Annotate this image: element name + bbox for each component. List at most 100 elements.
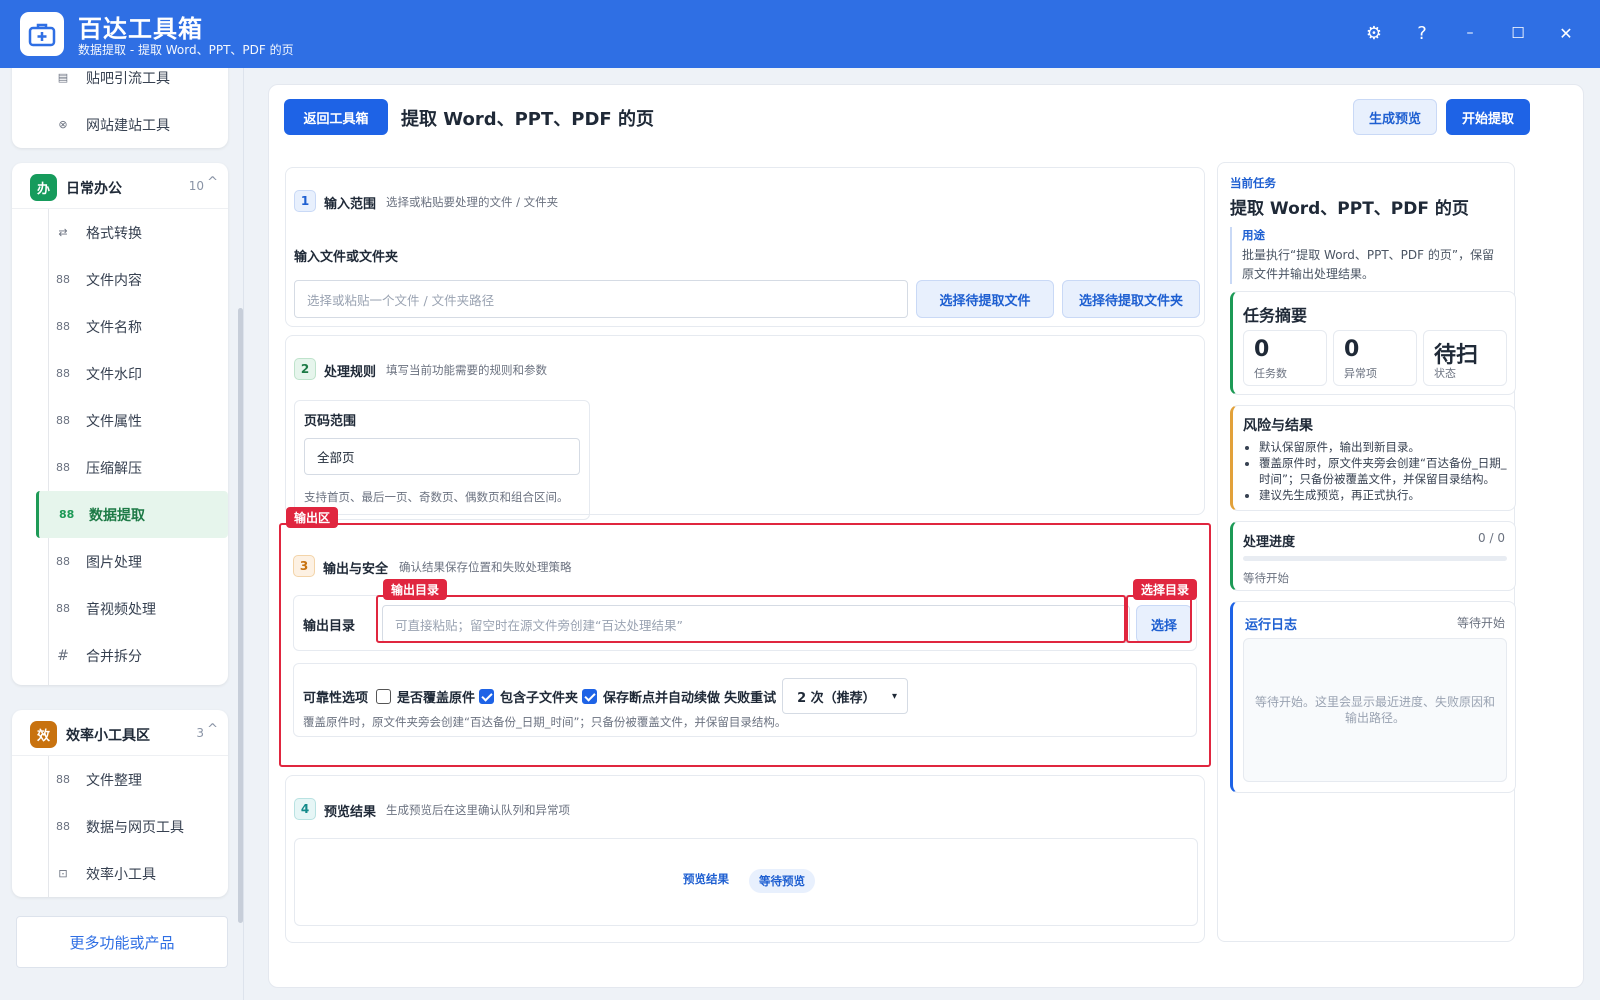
page-title: 提取 Word、PPT、PDF 的页	[401, 109, 654, 130]
output-area-highlight	[279, 523, 1211, 767]
section-title: 预览结果	[324, 805, 377, 820]
section-title: 处理规则	[324, 365, 377, 380]
summary-card: 任务摘要 0 任务数 0 异常项 待扫 状态	[1230, 291, 1516, 395]
choose-folder-button[interactable]: 选择待提取文件夹	[1062, 280, 1200, 318]
choose-dir-highlight	[1126, 595, 1192, 643]
group-header[interactable]: 效 效率小工具区 3 ^	[12, 710, 228, 756]
section-desc: 选择或粘贴要处理的文件 / 文件夹	[386, 195, 559, 209]
choose-dir-tag: 选择目录	[1133, 579, 1198, 600]
grid-icon: 88	[56, 773, 70, 786]
grid-icon: 88	[56, 273, 70, 286]
close-button[interactable]: ✕	[1551, 18, 1581, 48]
task-title: 提取 Word、PPT、PDF 的页	[1230, 199, 1469, 219]
swap-icon: ⇄	[58, 226, 68, 239]
section-desc: 填写当前功能需要的规则和参数	[386, 363, 547, 377]
task-panel: 当前任务 提取 Word、PPT、PDF 的页 用途 批量执行“提取 Word、…	[1217, 162, 1516, 942]
app-subtitle: 数据提取 - 提取 Word、PPT、PDF 的页	[78, 43, 294, 57]
sidebar-item-merge-split[interactable]: # 合并拆分	[12, 632, 228, 679]
stat-tasks: 0 任务数	[1243, 330, 1327, 386]
back-to-toolbox-button[interactable]: 返回工具箱	[284, 99, 388, 135]
sidebar-item-website[interactable]: ⊗ 网站建站工具	[12, 101, 228, 148]
list-icon: ▤	[57, 71, 69, 84]
sidebar-item-data-web[interactable]: 88 数据与网页工具	[12, 803, 228, 850]
purpose-label: 用途	[1242, 228, 1265, 242]
sidebar-scrollbar[interactable]	[236, 68, 243, 1000]
risk-list: 默认保留原件，输出到新目录。 覆盖原件时，原文件夹旁会创建“百达备份_日期_时间…	[1259, 439, 1509, 503]
grid-icon: 88	[56, 320, 70, 333]
progress-card: 处理进度 0 / 0 等待开始	[1230, 521, 1516, 591]
generate-preview-button[interactable]: 生成预览	[1353, 99, 1437, 135]
progress-status: 等待开始	[1243, 571, 1289, 585]
progress-count: 0 / 0	[1478, 531, 1505, 545]
risk-title: 风险与结果	[1243, 418, 1313, 434]
output-dir-tag: 输出目录	[383, 579, 448, 600]
start-extract-button[interactable]: 开始提取	[1446, 99, 1530, 135]
section-input: 1 输入范围 选择或粘贴要处理的文件 / 文件夹 输入文件或文件夹 选择或粘贴一…	[285, 167, 1205, 327]
output-dir-highlight	[376, 595, 1126, 643]
group-header[interactable]: 办 日常办公 10 ^	[12, 163, 228, 209]
maximize-button[interactable]: ☐	[1503, 18, 1533, 48]
group-daily-office: 办 日常办公 10 ^ ⇄ 格式转换 88 文件内容 88 文件名称 88 文件水印 8…	[12, 163, 228, 685]
sidebar-item-content[interactable]: 88 文件内容	[12, 256, 228, 303]
risk-card: 风险与结果 默认保留原件，输出到新目录。 覆盖原件时，原文件夹旁会创建“百达备份…	[1230, 405, 1516, 511]
choose-file-button[interactable]: 选择待提取文件	[916, 280, 1054, 318]
chevron-up-icon: ^	[207, 722, 218, 737]
sidebar-item-format[interactable]: ⇄ 格式转换	[12, 209, 228, 256]
globe-icon: ⊗	[58, 118, 68, 131]
log-card: 运行日志 等待开始 等待开始。这里会显示最近进度、失败原因和输出路径。	[1230, 601, 1516, 793]
log-output[interactable]: 等待开始。这里会显示最近进度、失败原因和输出路径。	[1243, 638, 1507, 782]
sidebar-item-data-extract[interactable]: 88 数据提取	[36, 491, 228, 538]
log-status: 等待开始	[1456, 616, 1505, 630]
sidebar-item-image[interactable]: 88 图片处理	[12, 538, 228, 585]
preview-result-label: 预览结果	[683, 872, 729, 886]
purpose-text: 批量执行“提取 Word、PPT、PDF 的页”，保留原文件并输出处理结果。	[1242, 248, 1495, 281]
toolbox-icon	[20, 12, 64, 56]
input-path-field[interactable]: 选择或粘贴一个文件 / 文件夹路径	[294, 280, 908, 318]
sidebar-item-name[interactable]: 88 文件名称	[12, 303, 228, 350]
progress-bar	[1243, 556, 1507, 561]
sidebar-item-media[interactable]: 88 音视频处理	[12, 585, 228, 632]
group-badge: 效	[30, 721, 57, 748]
summary-title: 任务摘要	[1243, 306, 1308, 325]
settings-icon[interactable]: ⚙	[1359, 18, 1389, 48]
grid-icon: 88	[56, 461, 70, 474]
title-bar: 百达工具箱 数据提取 - 提取 Word、PPT、PDF 的页 ⚙ ? – ☐ …	[0, 0, 1600, 68]
help-icon[interactable]: ?	[1407, 18, 1437, 48]
sidebar-item-organize[interactable]: 88 文件整理	[12, 756, 228, 803]
page-range-input[interactable]: 全部页	[304, 438, 580, 475]
sidebar-item-attributes[interactable]: 88 文件属性	[12, 397, 228, 444]
grid-icon: 88	[56, 602, 70, 615]
list-item: 默认保留原件，输出到新目录。	[1259, 439, 1509, 455]
grid-icon: 88	[56, 820, 70, 833]
sidebar-top-card: ▤ 贴吧引流工具 ⊗ 网站建站工具	[12, 68, 228, 148]
toolbox-icon: ⊡	[58, 867, 68, 880]
section-preview: 4 预览结果 生成预览后在这里确认队列和异常项 预览结果 等待预览	[285, 775, 1205, 943]
more-features-button[interactable]: 更多功能或产品	[16, 916, 228, 968]
field-label: 输入文件或文件夹	[294, 250, 399, 265]
page-range-hint: 支持首页、最后一页、奇数页、偶数页和组合区间。	[304, 490, 569, 504]
section-rules: 2 处理规则 填写当前功能需要的规则和参数 页码范围 全部页 支持首页、最后一页…	[285, 335, 1205, 520]
purpose-block: 用途 批量执行“提取 Word、PPT、PDF 的页”，保留原文件并输出处理结果…	[1230, 227, 1504, 284]
progress-title: 处理进度	[1243, 535, 1296, 550]
sidebar-item-compress[interactable]: 88 压缩解压	[12, 444, 228, 491]
grid-icon: 88	[59, 508, 75, 521]
minimize-button[interactable]: –	[1455, 18, 1485, 48]
page-range-card: 页码范围 全部页 支持首页、最后一页、奇数页、偶数页和组合区间。	[294, 400, 590, 520]
sidebar-item-tieba[interactable]: ▤ 贴吧引流工具	[12, 68, 228, 101]
current-task-label: 当前任务	[1230, 176, 1276, 190]
chevron-up-icon: ^	[207, 175, 218, 190]
section-number: 4	[294, 798, 316, 820]
grid-icon: 88	[56, 555, 70, 568]
stat-errors: 0 异常项	[1333, 330, 1417, 386]
grid-icon: 88	[56, 414, 70, 427]
preview-area: 预览结果 等待预览	[294, 838, 1198, 926]
section-desc: 生成预览后在这里确认队列和异常项	[386, 803, 570, 817]
sidebar-item-watermark[interactable]: 88 文件水印	[12, 350, 228, 397]
list-item: 覆盖原件时，原文件夹旁会创建“百达备份_日期_时间”；只备份被覆盖文件，并保留目…	[1259, 455, 1509, 487]
sidebar-item-efficiency-tools[interactable]: ⊡ 效率小工具	[12, 850, 228, 897]
log-title: 运行日志	[1245, 618, 1298, 633]
main-panel: 返回工具箱 提取 Word、PPT、PDF 的页 生成预览 开始提取 1 输入范…	[268, 84, 1584, 988]
hash-icon: #	[57, 647, 69, 664]
grid-icon: 88	[56, 367, 70, 380]
app-title: 百达工具箱	[78, 15, 203, 43]
